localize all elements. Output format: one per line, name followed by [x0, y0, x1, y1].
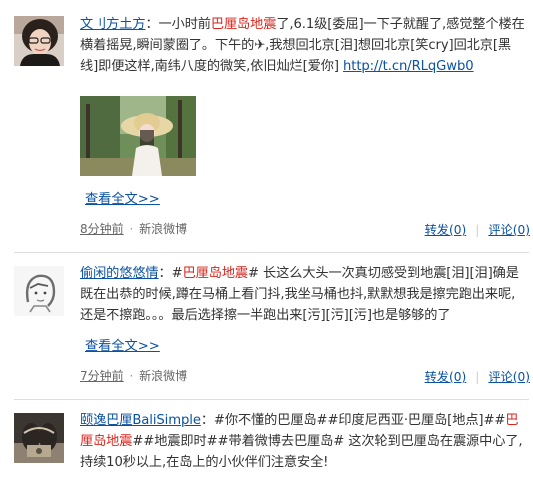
- post-content: 偷闲的悠悠情：#巴厘岛地震# 长这么大头一次真切感受到地震[泪][泪]确是既在出…: [80, 263, 530, 384]
- text-segment: ：#你不懂的巴厘岛##印度尼西亚·巴厘岛[地点]##: [200, 413, 506, 428]
- read-more-link[interactable]: 查看全文>>: [85, 335, 160, 354]
- repost-link[interactable]: 转发(0): [425, 223, 467, 237]
- topic-highlight[interactable]: 巴厘岛地震: [183, 266, 249, 281]
- post-username[interactable]: 颐逸巴厘BaliSimple: [80, 413, 201, 428]
- post-content: 颐逸巴厘BaliSimple：#你不懂的巴厘岛##印度尼西亚·巴厘岛[地点]##…: [80, 410, 527, 473]
- meta-separator: ·: [129, 369, 134, 383]
- post-thumbnail[interactable]: [80, 96, 196, 176]
- action-divider: |: [475, 223, 480, 237]
- repost-link[interactable]: 转发(0): [425, 370, 467, 384]
- photo-woman-sunhat: [80, 96, 196, 176]
- text-segment: ：#: [158, 266, 183, 281]
- post-source: 新浪微博: [139, 369, 188, 383]
- topic-highlight[interactable]: 巴厘岛地震: [211, 17, 277, 32]
- post-text: 颐逸巴厘BaliSimple：#你不懂的巴厘岛##印度尼西亚·巴厘岛[地点]##…: [80, 410, 527, 473]
- post-content: 文刂方土方：一小时前巴厘岛地震了,6.1级[委屈]一下子就醒了,感觉整个楼在横着…: [80, 14, 530, 237]
- read-more-link[interactable]: 查看全文>>: [85, 188, 160, 207]
- post-time[interactable]: 8分钟前: [80, 222, 124, 236]
- post-meta: 7分钟前 · 新浪微博 转发(0) | 评论(0): [80, 367, 530, 384]
- post-source: 新浪微博: [139, 222, 188, 236]
- comment-link[interactable]: 评论(0): [488, 223, 530, 237]
- post-actions: 转发(0) | 评论(0): [425, 220, 530, 238]
- text-segment: ##地震即时##带着微博去巴厘岛# 这次轮到巴厘岛在震源中心了,持续10秒以上,…: [80, 434, 523, 470]
- meta-separator: ·: [129, 222, 134, 236]
- avatar[interactable]: [14, 16, 64, 66]
- post-item: 颐逸巴厘BaliSimple：#你不懂的巴厘岛##印度尼西亚·巴厘岛[地点]##…: [0, 413, 533, 484]
- post-text: 文刂方土方：一小时前巴厘岛地震了,6.1级[委屈]一下子就醒了,感觉整个楼在横着…: [80, 14, 527, 78]
- short-link[interactable]: http://t.cn/RLqGwb0: [343, 59, 474, 74]
- avatar[interactable]: [14, 266, 64, 316]
- post-text: 偷闲的悠悠情：#巴厘岛地震# 长这么大头一次真切感受到地震[泪][泪]确是既在出…: [80, 263, 527, 327]
- post-actions: 转发(0) | 评论(0): [425, 367, 530, 385]
- post-item: 偷闲的悠悠情：#巴厘岛地震# 长这么大头一次真切感受到地震[泪][泪]确是既在出…: [0, 266, 533, 396]
- action-divider: |: [475, 370, 480, 384]
- avatar-bali-simple: [14, 413, 64, 463]
- post-item: 文刂方土方：一小时前巴厘岛地震了,6.1级[委屈]一下子就醒了,感觉整个楼在横着…: [0, 14, 533, 244]
- post-divider: [14, 252, 529, 253]
- avatar[interactable]: [14, 413, 64, 463]
- comment-link[interactable]: 评论(0): [488, 370, 530, 384]
- avatar-photo-woman: [14, 16, 64, 66]
- post-username[interactable]: 文刂方土方: [80, 17, 146, 32]
- post-username[interactable]: 偷闲的悠悠情: [80, 266, 159, 281]
- post-divider: [14, 399, 529, 400]
- text-segment: ：一小时前: [145, 17, 211, 32]
- post-time[interactable]: 7分钟前: [80, 369, 124, 383]
- avatar-sketch-girl: [14, 266, 64, 316]
- post-meta: 8分钟前 · 新浪微博 转发(0) | 评论(0): [80, 220, 530, 237]
